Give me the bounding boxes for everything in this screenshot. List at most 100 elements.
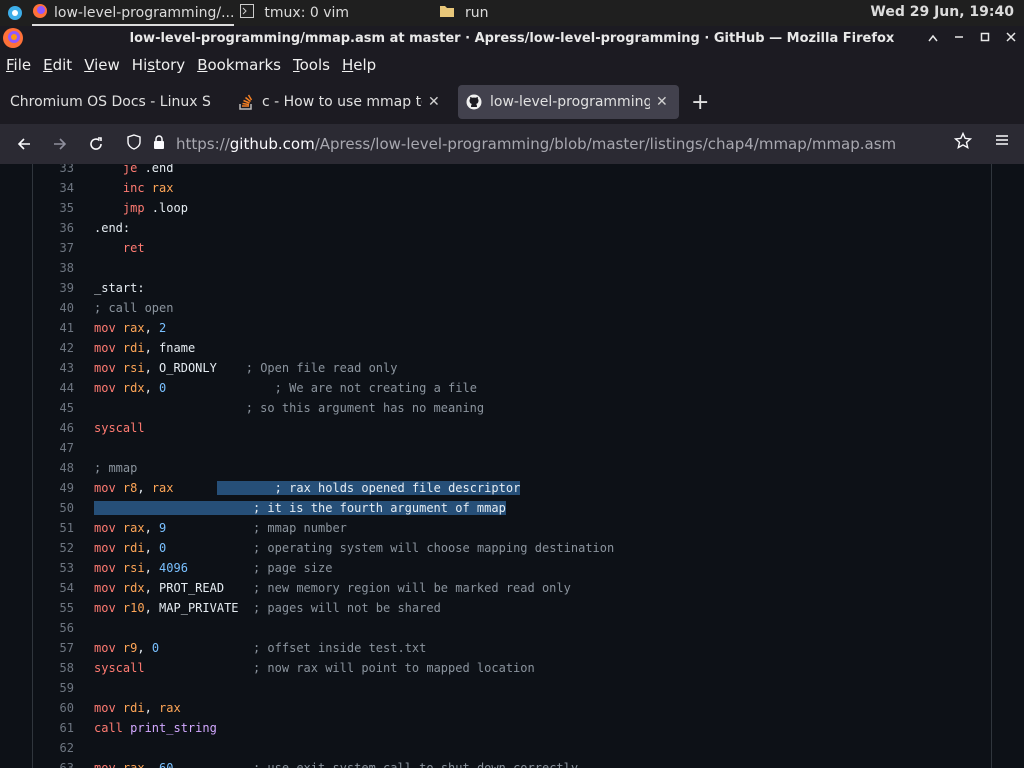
- code-line[interactable]: 43 mov rsi, O_RDONLY ; Open file read onl…: [33, 358, 991, 378]
- menu-bookmarks[interactable]: Bookmarks: [197, 56, 281, 74]
- code-line[interactable]: 48 ; mmap: [33, 458, 991, 478]
- tracking-shield-icon[interactable]: [126, 134, 142, 154]
- line-number[interactable]: 58: [33, 658, 74, 678]
- line-number[interactable]: 34: [33, 178, 74, 198]
- code-line[interactable]: 60 mov rdi, rax: [33, 698, 991, 718]
- line-number[interactable]: 56: [33, 618, 74, 638]
- code-line[interactable]: 36 .end:: [33, 218, 991, 238]
- taskbar-item-firefox[interactable]: low-level-programming/...: [32, 0, 235, 26]
- line-number[interactable]: 37: [33, 238, 74, 258]
- code-line[interactable]: 58 syscall ; now rax will point to mapped…: [33, 658, 991, 678]
- line-number[interactable]: 46: [33, 418, 74, 438]
- code-line[interactable]: 62: [33, 738, 991, 758]
- bookmark-star-icon[interactable]: [953, 131, 973, 154]
- line-number[interactable]: 54: [33, 578, 74, 598]
- new-tab-button[interactable]: +: [691, 90, 709, 115]
- code-line[interactable]: 39 _start:: [33, 278, 991, 298]
- taskbar-item-run[interactable]: run: [439, 0, 489, 26]
- url-text[interactable]: https://github.com/Apress/low-level-prog…: [176, 135, 896, 153]
- code-line[interactable]: 35 jmp .loop: [33, 198, 991, 218]
- code-line[interactable]: 49 mov r8, rax ; rax holds opened file de…: [33, 478, 991, 498]
- code-line[interactable]: 44 mov rdx, 0 ; We are not creating a fil…: [33, 378, 991, 398]
- close-tab-icon[interactable]: ✕: [428, 94, 440, 110]
- line-number[interactable]: 45: [33, 398, 74, 418]
- line-number[interactable]: 43: [33, 358, 74, 378]
- line-number[interactable]: 42: [33, 338, 74, 358]
- code-line[interactable]: 53 mov rsi, 4096 ; page size: [33, 558, 991, 578]
- code-token: rdi: [115, 541, 145, 555]
- code-line[interactable]: 52 mov rdi, 0 ; operating system will cho…: [33, 538, 991, 558]
- line-number[interactable]: 48: [33, 458, 74, 478]
- code-line[interactable]: 63 mov rax, 60 ; use exit system call to …: [33, 758, 991, 768]
- taskbar-item-tmux[interactable]: tmux: 0 vim: [240, 0, 349, 26]
- reload-button[interactable]: [78, 126, 114, 162]
- line-number[interactable]: 40: [33, 298, 74, 318]
- back-button[interactable]: [6, 126, 42, 162]
- line-number[interactable]: 55: [33, 598, 74, 618]
- code-line[interactable]: 41 mov rax, 2: [33, 318, 991, 338]
- code-line[interactable]: 61 call print_string: [33, 718, 991, 738]
- line-number[interactable]: 35: [33, 198, 74, 218]
- line-number[interactable]: 53: [33, 558, 74, 578]
- close-tab-icon[interactable]: ✕: [656, 94, 668, 110]
- tab-chromium-docs[interactable]: Chromium OS Docs - Linux S: [2, 85, 228, 119]
- clock[interactable]: Wed 29 Jun, 19:40: [870, 4, 1014, 20]
- code-line[interactable]: 38: [33, 258, 991, 278]
- line-number[interactable]: 62: [33, 738, 74, 758]
- minimize-icon[interactable]: [946, 31, 972, 46]
- menu-file[interactable]: File: [6, 56, 31, 74]
- menu-edit[interactable]: Edit: [43, 56, 72, 74]
- window-up-icon[interactable]: [920, 31, 946, 46]
- menu-tools[interactable]: Tools: [293, 56, 330, 74]
- lock-icon[interactable]: [152, 134, 166, 154]
- code-line[interactable]: 56: [33, 618, 991, 638]
- code-line[interactable]: 55 mov r10, MAP_PRIVATE ; pages will not …: [33, 598, 991, 618]
- close-icon[interactable]: [998, 31, 1024, 46]
- line-number[interactable]: 60: [33, 698, 74, 718]
- line-number[interactable]: 41: [33, 318, 74, 338]
- code-line[interactable]: 50 ; it is the fourth argument of mmap: [33, 498, 991, 518]
- code-text: syscall: [94, 418, 145, 438]
- code-line[interactable]: 37 ret: [33, 238, 991, 258]
- forward-button[interactable]: [42, 126, 78, 162]
- code-line[interactable]: 42 mov rdi, fname: [33, 338, 991, 358]
- line-number[interactable]: 39: [33, 278, 74, 298]
- code-token: rax: [159, 701, 181, 715]
- line-number[interactable]: 57: [33, 638, 74, 658]
- code-line[interactable]: 45 ; so this argument has no meaning: [33, 398, 991, 418]
- url-bar[interactable]: https://github.com/Apress/low-level-prog…: [118, 128, 988, 160]
- menu-help[interactable]: Help: [342, 56, 376, 74]
- line-number[interactable]: 52: [33, 538, 74, 558]
- line-number[interactable]: 63: [33, 758, 74, 768]
- tab-github-mmap[interactable]: low-level-programming/m ✕: [458, 85, 679, 119]
- line-number[interactable]: 44: [33, 378, 74, 398]
- code-token: rsi: [115, 361, 145, 375]
- line-number[interactable]: 49: [33, 478, 74, 498]
- code-line[interactable]: 46 syscall: [33, 418, 991, 438]
- window-titlebar[interactable]: low-level-programming/mmap.asm at master…: [0, 26, 1024, 50]
- maximize-icon[interactable]: [972, 31, 998, 46]
- line-number[interactable]: 33: [33, 164, 74, 178]
- app-menu-icon[interactable]: [6, 4, 24, 22]
- line-number[interactable]: 51: [33, 518, 74, 538]
- line-number[interactable]: 59: [33, 678, 74, 698]
- line-number[interactable]: 50: [33, 498, 74, 518]
- menu-history[interactable]: History: [132, 56, 185, 74]
- code-line[interactable]: 47: [33, 438, 991, 458]
- code-token: mov: [94, 581, 116, 595]
- line-number[interactable]: 61: [33, 718, 74, 738]
- hamburger-menu-icon[interactable]: [994, 132, 1010, 152]
- code-line[interactable]: 59: [33, 678, 991, 698]
- line-number[interactable]: 47: [33, 438, 74, 458]
- code-line[interactable]: 54 mov rdx, PROT_READ ; new memory region…: [33, 578, 991, 598]
- line-number[interactable]: 36: [33, 218, 74, 238]
- menu-view[interactable]: View: [84, 56, 120, 74]
- code-line[interactable]: 40 ; call open: [33, 298, 991, 318]
- tab-stackoverflow[interactable]: c - How to use mmap to ✕: [230, 85, 456, 119]
- code-line[interactable]: 34 inc rax: [33, 178, 991, 198]
- code-line[interactable]: 57 mov r9, 0 ; offset inside test.txt: [33, 638, 991, 658]
- code-line[interactable]: 33 je .end: [33, 164, 991, 178]
- line-number[interactable]: 38: [33, 258, 74, 278]
- code-line[interactable]: 51 mov rax, 9 ; mmap number: [33, 518, 991, 538]
